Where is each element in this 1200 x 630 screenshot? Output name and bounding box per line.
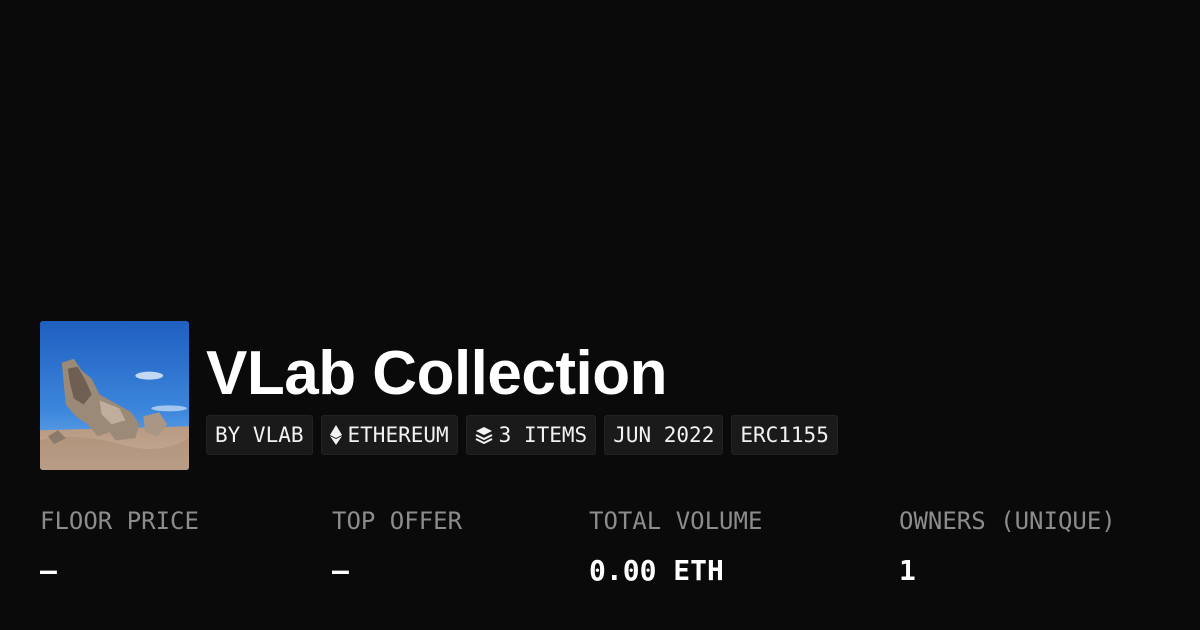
collection-badges: BY VLAB ETHEREUM 3 ITEMS JUN 2022 ERC115… xyxy=(206,415,838,455)
layers-icon xyxy=(475,426,493,444)
items-badge[interactable]: 3 ITEMS xyxy=(465,415,597,455)
standard-badge: ERC1155 xyxy=(731,415,838,455)
date-label: JUN 2022 xyxy=(613,423,715,447)
stat-top-offer: TOP OFFER – xyxy=(332,503,462,589)
chain-label: ETHEREUM xyxy=(347,423,449,447)
stat-total-volume-value: 0.00 ETH xyxy=(589,554,724,587)
stat-owners: OWNERS (UNIQUE) 1 xyxy=(899,503,1116,589)
chain-badge[interactable]: ETHEREUM xyxy=(320,415,458,455)
standard-label: ERC1155 xyxy=(740,423,829,447)
stat-owners-value: 1 xyxy=(899,554,916,587)
creator-label: BY VLAB xyxy=(215,423,304,447)
date-badge: JUN 2022 xyxy=(604,415,724,455)
stat-total-volume: TOTAL VOLUME 0.00 ETH xyxy=(589,503,762,589)
items-label: 3 ITEMS xyxy=(498,423,588,447)
stat-floor-price-label: FLOOR PRICE xyxy=(40,507,199,535)
stat-top-offer-value: – xyxy=(332,554,349,587)
stat-owners-label: OWNERS (UNIQUE) xyxy=(899,507,1116,535)
stat-floor-price-value: – xyxy=(40,554,57,587)
collection-avatar xyxy=(40,321,189,470)
stat-floor-price: FLOOR PRICE – xyxy=(40,503,199,589)
ethereum-icon xyxy=(329,425,342,445)
landscape-photo xyxy=(40,321,189,470)
creator-badge[interactable]: BY VLAB xyxy=(206,415,313,455)
stat-total-volume-label: TOTAL VOLUME xyxy=(589,507,763,535)
collection-title: VLab Collection xyxy=(206,339,667,408)
stat-top-offer-label: TOP OFFER xyxy=(332,507,463,535)
